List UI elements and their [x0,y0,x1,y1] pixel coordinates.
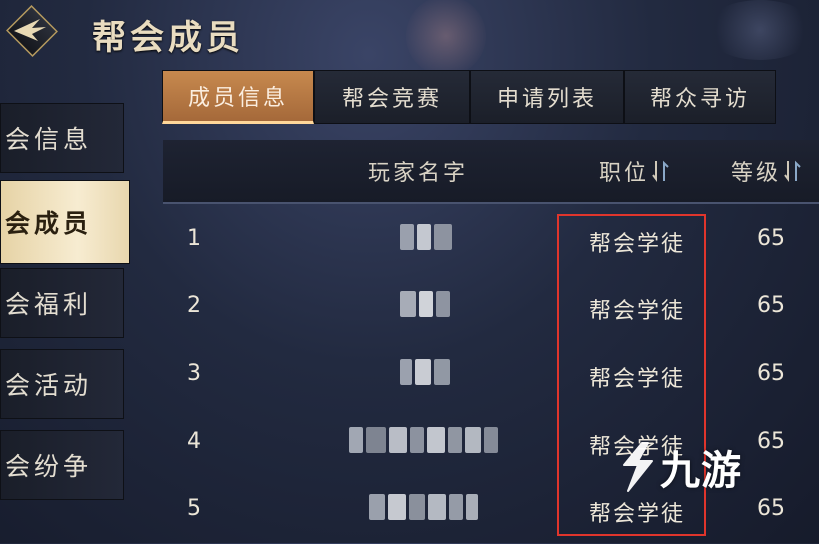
sort-icon[interactable] [783,159,803,183]
row-index: 5 [187,496,201,521]
column-header-position[interactable]: 职位 [599,155,671,187]
column-header-position-label: 职位 [599,161,650,186]
row-index: 1 [187,226,201,251]
sort-icon[interactable] [651,159,671,183]
tab-label: 帮会竞赛 [341,87,442,112]
cloud-decoration [705,0,815,60]
row-index: 2 [187,293,201,318]
column-header-name: 玩家名字 [368,161,469,186]
tab-application-list[interactable]: 申请列表 [470,70,624,124]
row-index: 3 [187,361,201,386]
moon-decoration [406,0,486,76]
back-arrow-icon[interactable] [10,13,50,47]
row-index: 4 [187,429,201,454]
player-name-blurred [400,224,452,250]
watermark-text: 九游 [660,448,742,494]
column-header-level-label: 等级 [731,161,782,186]
tab-member-info[interactable]: 成员信息 [162,70,314,124]
player-name-blurred [369,494,478,520]
level-value: 65 [757,226,785,251]
player-name-blurred [400,291,450,317]
level-value: 65 [757,429,785,454]
sidebar-item-label: 会信息 [5,125,93,154]
sidebar-item-label: 会活动 [5,371,93,400]
tab-label: 申请列表 [496,87,597,112]
level-value: 65 [757,361,785,386]
level-value: 65 [757,293,785,318]
table-row[interactable]: 3 帮会学徒 65 [163,341,819,409]
column-header-level[interactable]: 等级 [731,155,803,187]
table-row[interactable]: 1 帮会学徒 65 [163,206,819,274]
tab-label: 帮众寻访 [649,87,750,112]
player-name-blurred [349,427,498,453]
tab-label: 成员信息 [187,86,288,111]
sidebar-item-guild-events[interactable]: 会活动 [0,349,124,419]
sidebar-item-label: 会成员 [5,209,93,238]
sidebar-item-guild-info[interactable]: 会信息 [0,103,124,173]
sidebar-item-guild-members[interactable]: 会成员 [0,180,130,264]
sidebar-item-label: 会福利 [5,290,93,319]
page-title: 帮会成员 [92,18,244,58]
table-header: 玩家名字 职位 等级 [163,140,819,204]
tab-member-search[interactable]: 帮众寻访 [624,70,776,124]
header-bar: 帮会成员 [0,0,819,76]
tab-bar: 成员信息 帮会竞赛 申请列表 帮众寻访 [162,70,776,124]
sidebar-item-label: 会纷争 [5,452,93,481]
watermark: 九游 [612,438,742,496]
sidebar-item-guild-welfare[interactable]: 会福利 [0,268,124,338]
player-name-blurred [400,359,450,385]
nine-game-logo-icon [623,442,653,492]
sidebar-item-guild-disputes[interactable]: 会纷争 [0,430,124,500]
tab-guild-contest[interactable]: 帮会竞赛 [314,70,470,124]
table-row[interactable]: 2 帮会学徒 65 [163,273,819,341]
level-value: 65 [757,496,785,521]
